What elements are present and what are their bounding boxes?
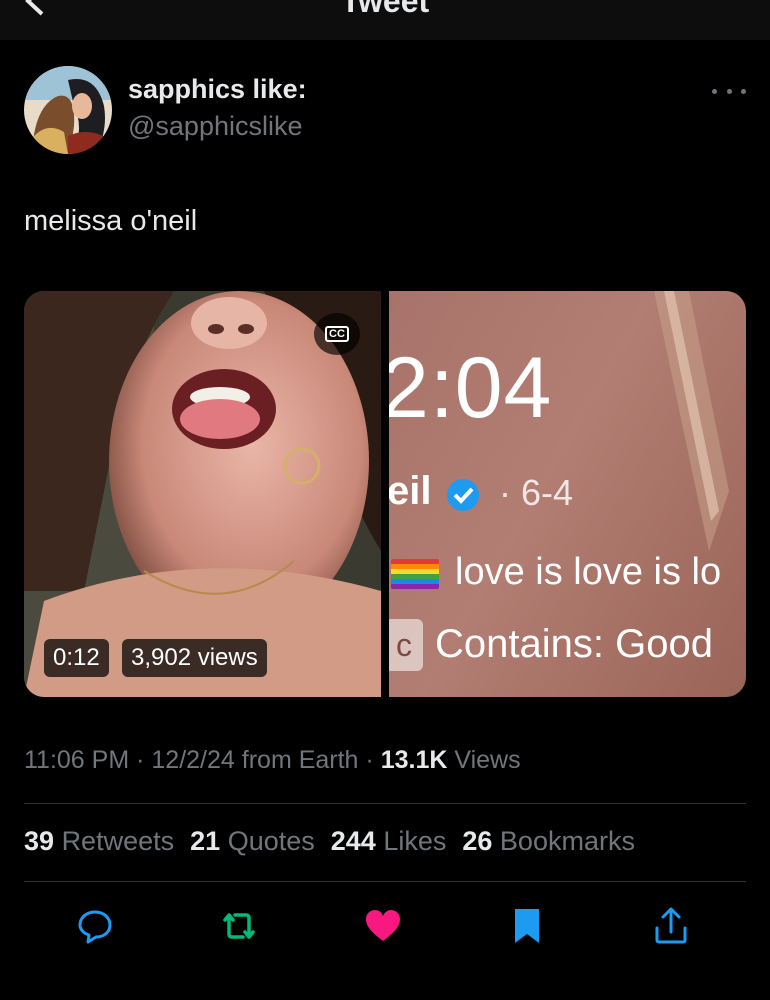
reply-icon[interactable]	[75, 906, 115, 946]
image-name-fragment: eil	[389, 469, 432, 513]
page-title: Tweet	[340, 0, 430, 19]
image-time-text: 2:04	[389, 340, 553, 436]
stat-quotes[interactable]: 21 Quotes	[190, 826, 315, 857]
views-label: Views	[454, 746, 521, 774]
stat-count: 21	[190, 826, 221, 856]
meta-separator: ·	[365, 746, 374, 774]
author-handle[interactable]: @sapphicslike	[128, 111, 303, 142]
top-bar: Tweet	[0, 0, 770, 40]
stat-count: 244	[330, 826, 376, 856]
stat-bookmarks[interactable]: 26 Bookmarks	[462, 826, 635, 857]
stat-retweets[interactable]: 39 Retweets	[24, 826, 174, 857]
tweet-time: 11:06 PM	[24, 746, 130, 774]
video-duration: 0:12	[44, 639, 109, 677]
meta-separator: ·	[136, 746, 145, 774]
stat-count: 39	[24, 826, 55, 856]
captions-icon[interactable]: CC	[314, 313, 360, 355]
more-options-icon[interactable]	[712, 84, 746, 98]
captions-label: CC	[325, 326, 349, 342]
image-date: · 6-4	[499, 472, 574, 513]
like-icon[interactable]	[363, 906, 403, 946]
bookmark-icon[interactable]	[507, 906, 547, 946]
tweet-source: from Earth	[241, 746, 359, 774]
rainbow-flag-icon	[391, 559, 439, 589]
avatar[interactable]	[24, 66, 112, 154]
engagement-stats: 39 Retweets 21 Quotes 244 Likes 26 Bookm…	[24, 826, 651, 857]
image-warning-box: c	[389, 619, 423, 671]
verified-badge-icon	[445, 477, 481, 518]
media-grid: CC 0:12 3,902 views 2:04 eil · 6-4 love …	[24, 291, 746, 697]
tweet-date: 12/2/24	[151, 746, 235, 774]
tweet-meta: 11:06 PM · 12/2/24 from Earth · 13.1K Vi…	[24, 746, 521, 775]
stat-label: Quotes	[227, 826, 315, 856]
stat-label: Likes	[383, 826, 447, 856]
retweet-icon[interactable]	[219, 906, 259, 946]
share-icon[interactable]	[651, 906, 691, 946]
tweet-text: melissa o'neil	[24, 205, 198, 237]
image-thumbnail[interactable]: 2:04 eil · 6-4 love is love is lo c Cont…	[389, 291, 746, 697]
divider	[24, 881, 746, 882]
video-views: 3,902 views	[122, 639, 267, 677]
stat-count: 26	[462, 826, 493, 856]
views-count: 13.1K	[380, 746, 448, 774]
author-display-name[interactable]: sapphics like:	[128, 74, 307, 105]
divider	[24, 803, 746, 804]
image-warning: Contains: Good	[435, 622, 713, 666]
image-bio: love is love is lo	[455, 551, 722, 593]
stat-likes[interactable]: 244 Likes	[331, 826, 447, 857]
video-thumbnail[interactable]: CC 0:12 3,902 views	[24, 291, 381, 697]
stat-label: Bookmarks	[499, 826, 635, 856]
stat-label: Retweets	[61, 826, 175, 856]
